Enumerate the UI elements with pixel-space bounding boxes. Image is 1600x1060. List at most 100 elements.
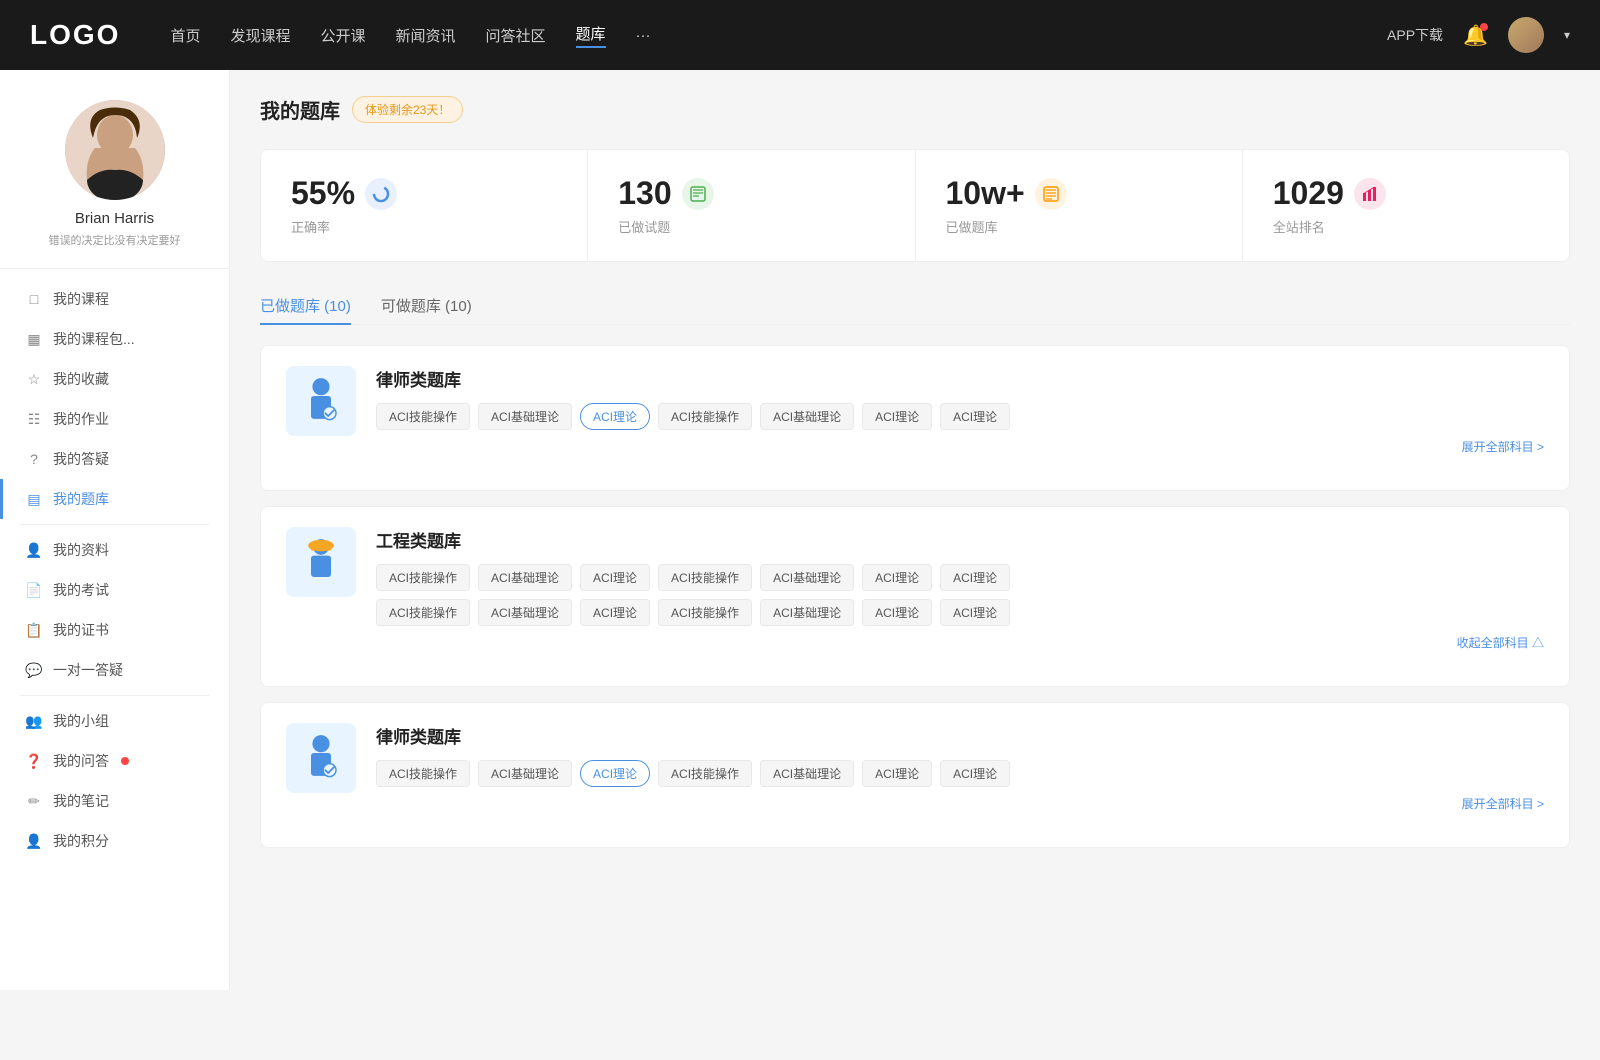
bank-icon-lawyer-1 [286,366,356,436]
profile-name: Brian Harris [20,210,209,227]
tab-done-banks[interactable]: 已做题库 (10) [260,287,351,324]
stat-label-ranking: 全站排名 [1273,217,1539,236]
nav-news[interactable]: 新闻资讯 [396,25,456,46]
navbar: LOGO 首页 发现课程 公开课 新闻资讯 问答社区 题库 ··· APP下载 … [0,0,1600,70]
stat-icon-banks-done [1035,178,1067,210]
homework-icon: ☷ [25,411,43,428]
certificates-icon: 📋 [25,622,43,639]
tutor-icon: 💬 [25,662,43,679]
questions-icon: ❓ [25,753,43,770]
sidebar-item-label: 我的题库 [53,489,109,509]
tag-eng2-1[interactable]: ACI基础理论 [478,599,572,626]
tag-eng2-6[interactable]: ACI理论 [940,599,1010,626]
expand-lawyer-2[interactable]: 展开全部科目 > [376,795,1544,812]
sidebar-item-profile[interactable]: 👤 我的资料 [0,530,229,570]
sidebar-item-courses[interactable]: □ 我的课程 [0,279,229,319]
tag-lawyer-1-3[interactable]: ACI技能操作 [658,403,752,430]
nav-qa[interactable]: 问答社区 [486,25,546,46]
tag-eng-2[interactable]: ACI理论 [580,564,650,591]
stat-top-questions-done: 130 [618,175,884,212]
tag-lawyer-1-5[interactable]: ACI理论 [862,403,932,430]
tag-eng2-2[interactable]: ACI理论 [580,599,650,626]
stat-top-accuracy: 55% [291,175,557,212]
bank-card-content-lawyer-1: 律师类题库 ACI技能操作 ACI基础理论 ACI理论 ACI技能操作 ACI基… [376,366,1544,455]
bank-title-lawyer-1: 律师类题库 [376,366,1544,391]
tag-lawyer2-4[interactable]: ACI基础理论 [760,760,854,787]
tag-eng2-0[interactable]: ACI技能操作 [376,599,470,626]
stat-value-ranking: 1029 [1273,175,1344,212]
tag-lawyer2-2[interactable]: ACI理论 [580,760,650,787]
sidebar-item-questions[interactable]: ❓ 我的问答 [0,741,229,781]
groups-icon: 👥 [25,713,43,730]
sidebar-item-label: 我的证书 [53,620,109,640]
sidebar-item-course-packages[interactable]: ▦ 我的课程包... [0,319,229,359]
tag-lawyer-1-4[interactable]: ACI基础理论 [760,403,854,430]
sidebar-item-label: 我的课程 [53,289,109,309]
tag-eng-1[interactable]: ACI基础理论 [478,564,572,591]
stat-accuracy: 55% 正确率 [261,150,588,261]
sidebar-item-label: 我的作业 [53,409,109,429]
nav-opencourse[interactable]: 公开课 [320,25,365,46]
app-download-link[interactable]: APP下载 [1387,25,1443,45]
sidebar-item-tutor[interactable]: 💬 一对一答疑 [0,650,229,690]
sidebar-item-label: 我的收藏 [53,369,109,389]
sidebar-item-points[interactable]: 👤 我的积分 [0,821,229,861]
bank-card-content-engineer: 工程类题库 ACI技能操作 ACI基础理论 ACI理论 ACI技能操作 ACI基… [376,527,1544,651]
stat-top-ranking: 1029 [1273,175,1539,212]
favorites-icon: ☆ [25,371,43,388]
sidebar-item-answers[interactable]: ? 我的答疑 [0,439,229,479]
logo: LOGO [30,19,120,51]
sidebar-item-question-bank[interactable]: ▤ 我的题库 [0,479,229,519]
stat-banks-done: 10w+ 已做题库 [916,150,1243,261]
tag-eng-4[interactable]: ACI基础理论 [760,564,854,591]
tag-lawyer2-0[interactable]: ACI技能操作 [376,760,470,787]
sidebar-item-label: 我的资料 [53,540,109,560]
tag-eng2-5[interactable]: ACI理论 [862,599,932,626]
courses-icon: □ [25,291,43,307]
tag-eng2-4[interactable]: ACI基础理论 [760,599,854,626]
user-menu-chevron-icon[interactable]: ▾ [1564,28,1570,42]
tag-lawyer-1-2[interactable]: ACI理论 [580,403,650,430]
collapse-engineer[interactable]: 收起全部科目 △ [376,634,1544,651]
tag-eng-5[interactable]: ACI理论 [862,564,932,591]
sidebar-item-certificates[interactable]: 📋 我的证书 [0,610,229,650]
tag-eng-6[interactable]: ACI理论 [940,564,1010,591]
tag-lawyer2-5[interactable]: ACI理论 [862,760,932,787]
stat-icon-questions-done [682,178,714,210]
bank-card-content-lawyer-2: 律师类题库 ACI技能操作 ACI基础理论 ACI理论 ACI技能操作 ACI基… [376,723,1544,812]
sidebar-item-exams[interactable]: 📄 我的考试 [0,570,229,610]
stat-label-banks-done: 已做题库 [946,217,1212,236]
stat-questions-done: 130 已做试题 [588,150,915,261]
tag-lawyer-1-6[interactable]: ACI理论 [940,403,1010,430]
sidebar-item-notes[interactable]: ✏ 我的笔记 [0,781,229,821]
nav-links: 首页 发现课程 公开课 新闻资讯 问答社区 题库 ··· [170,23,1387,48]
expand-lawyer-1[interactable]: 展开全部科目 > [376,438,1544,455]
sidebar-item-homework[interactable]: ☷ 我的作业 [0,399,229,439]
bank-title-engineer: 工程类题库 [376,527,1544,552]
stat-icon-accuracy [365,178,397,210]
tag-lawyer2-6[interactable]: ACI理论 [940,760,1010,787]
notification-bell-icon[interactable]: 🔔 [1463,23,1488,48]
nav-more[interactable]: ··· [636,27,651,44]
stat-value-accuracy: 55% [291,175,355,212]
nav-home[interactable]: 首页 [170,25,200,46]
nav-question-bank[interactable]: 题库 [576,23,606,48]
sidebar-item-label: 我的答疑 [53,449,109,469]
nav-discover[interactable]: 发现课程 [230,25,290,46]
tag-lawyer-1-0[interactable]: ACI技能操作 [376,403,470,430]
tag-lawyer-1-1[interactable]: ACI基础理论 [478,403,572,430]
tag-row-lawyer-1: ACI技能操作 ACI基础理论 ACI理论 ACI技能操作 ACI基础理论 AC… [376,403,1544,430]
tag-eng2-3[interactable]: ACI技能操作 [658,599,752,626]
stat-value-questions-done: 130 [618,175,671,212]
bank-card-header-engineer: 工程类题库 ACI技能操作 ACI基础理论 ACI理论 ACI技能操作 ACI基… [286,527,1544,651]
sidebar-item-label: 我的问答 [53,751,109,771]
sidebar-item-favorites[interactable]: ☆ 我的收藏 [0,359,229,399]
tab-available-banks[interactable]: 可做题库 (10) [381,287,472,324]
tag-eng-0[interactable]: ACI技能操作 [376,564,470,591]
user-avatar-nav[interactable] [1508,17,1544,53]
sidebar-item-groups[interactable]: 👥 我的小组 [0,701,229,741]
stat-label-questions-done: 已做试题 [618,217,884,236]
tag-lawyer2-1[interactable]: ACI基础理论 [478,760,572,787]
tag-lawyer2-3[interactable]: ACI技能操作 [658,760,752,787]
tag-eng-3[interactable]: ACI技能操作 [658,564,752,591]
